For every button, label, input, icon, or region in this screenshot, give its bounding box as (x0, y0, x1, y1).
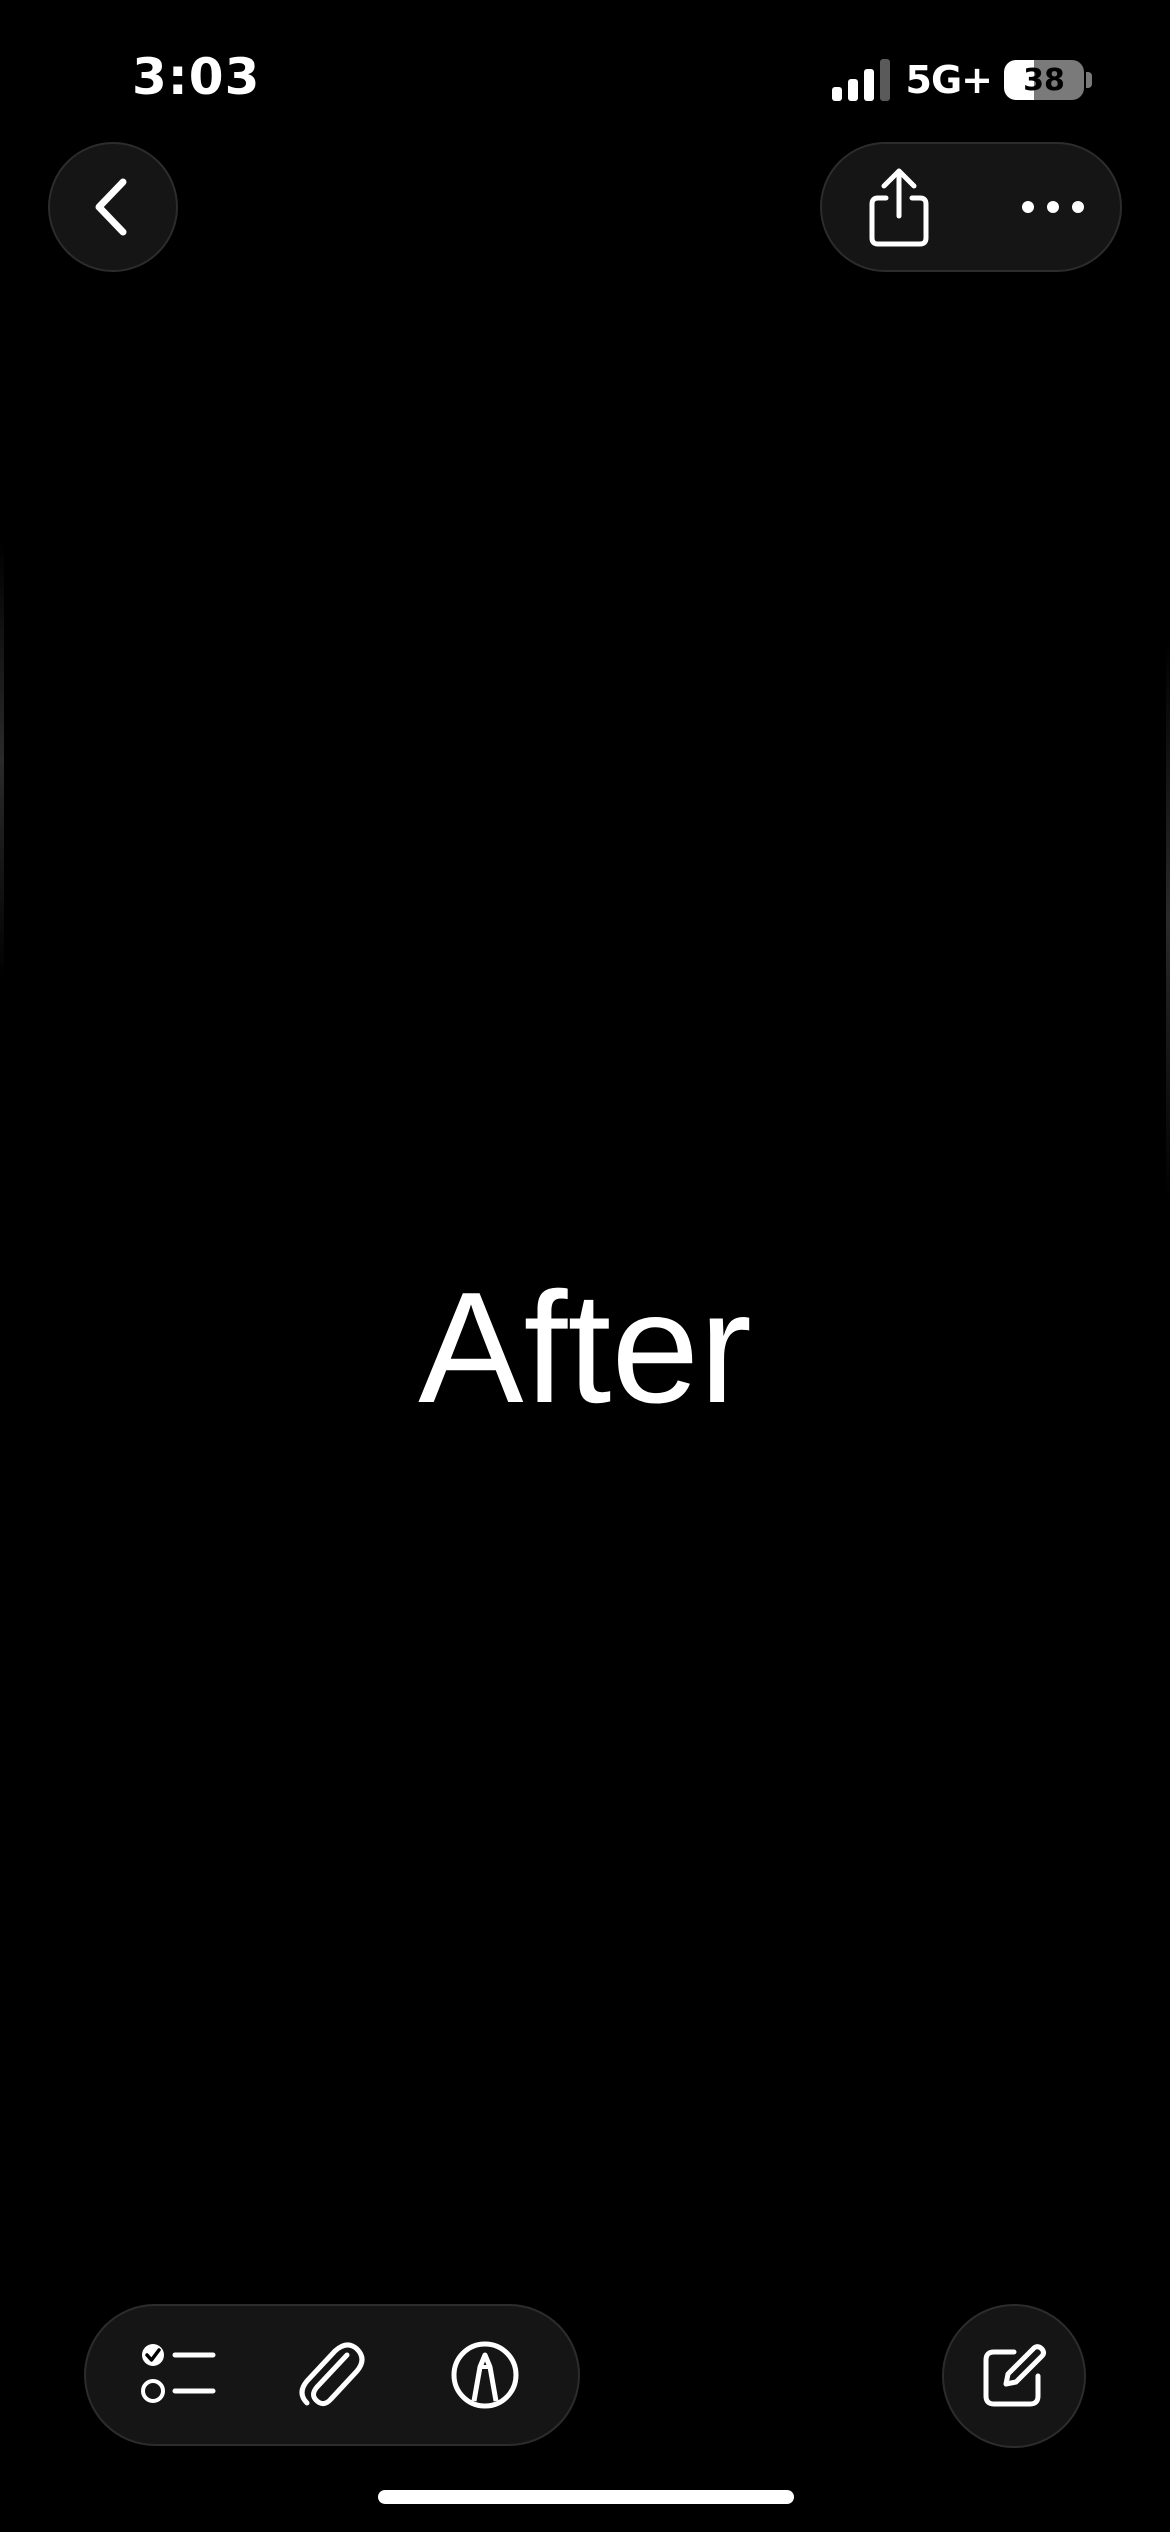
battery-cap (1086, 72, 1092, 88)
battery-icon: 38 (1004, 60, 1084, 100)
compose-button[interactable] (942, 2304, 1086, 2448)
battery-level: 38 (1023, 62, 1065, 98)
checklist-button[interactable] (124, 2320, 234, 2430)
share-button[interactable] (864, 166, 934, 248)
back-button[interactable] (48, 142, 178, 272)
more-horizontal-icon (1022, 201, 1084, 213)
paperclip-icon (299, 2342, 365, 2407)
compose-icon (983, 2344, 1046, 2407)
note-actions (820, 142, 1122, 272)
note-body-text[interactable]: After (0, 1248, 1170, 1448)
more-button[interactable] (1018, 197, 1088, 217)
edge-highlight-left (0, 540, 4, 980)
note-toolbar (84, 2304, 580, 2446)
checklist-icon (141, 2344, 216, 2403)
status-indicators: 5G+ 38 (830, 52, 1092, 108)
share-icon (869, 168, 929, 247)
chevron-left-icon (95, 178, 127, 236)
attachment-button[interactable] (277, 2320, 387, 2430)
markup-button[interactable] (430, 2320, 540, 2430)
cellular-signal-icon (831, 59, 890, 101)
edge-highlight-right (1166, 640, 1170, 1200)
status-time: 3:03 (132, 48, 261, 106)
markup-pen-icon (451, 2341, 519, 2409)
network-type: 5G+ (905, 58, 993, 102)
home-indicator[interactable] (378, 2490, 794, 2504)
